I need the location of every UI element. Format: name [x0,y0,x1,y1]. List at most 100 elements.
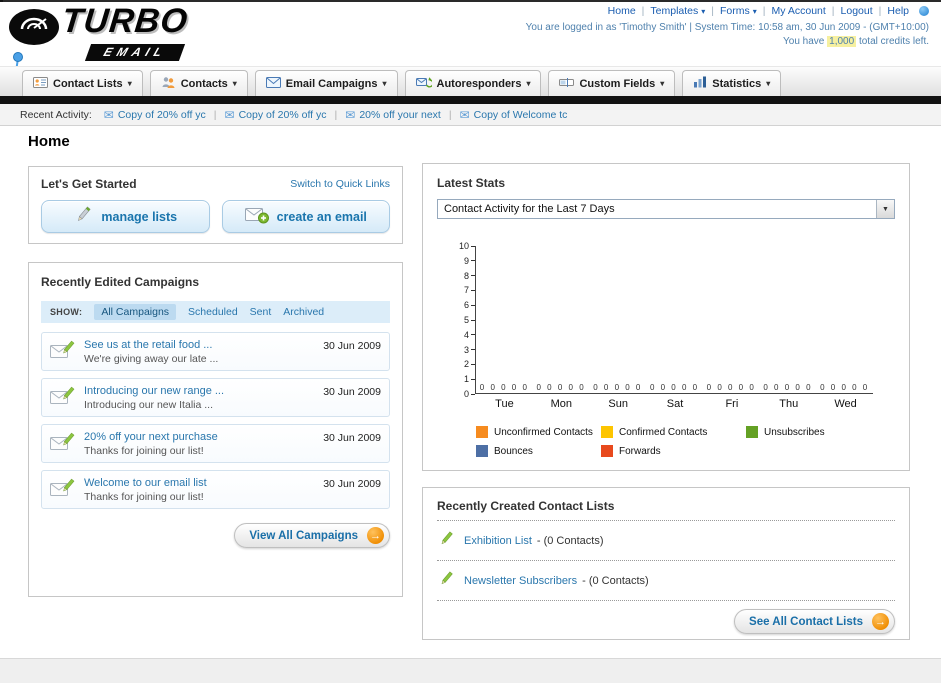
switch-to-quick-links[interactable]: Switch to Quick Links [290,178,390,190]
login-info: You are logged in as 'Timothy Smith' | S… [525,22,929,33]
nav-tabs: Contact Lists ▾ Contacts ▾ Email Campaig… [22,70,782,96]
recent-activity-item[interactable]: ✉ 20% off your next [345,109,441,121]
x-axis-label: Wed [834,398,857,410]
chart-bar-group: 0 0 0 0 0 [589,246,646,393]
nav-tab-autoresponders[interactable]: Autoresponders ▾ [404,70,542,96]
bar-value-labels: 0 0 0 0 0 [649,383,700,392]
dotted-divider [437,520,895,521]
nav-tab-email-campaigns[interactable]: Email Campaigns ▾ [254,70,398,96]
recent-campaigns-panel: Recently Edited Campaigns SHOW: All Camp… [28,262,403,597]
recent-activity-item[interactable]: ✉ Copy of Welcome tc [460,109,568,121]
credits-count: 1,000 [827,36,857,47]
campaign-row: Introducing our new range ... Introducin… [41,378,390,417]
contact-list-item: Newsletter Subscribers - (0 Contacts) [437,568,895,593]
chart-legend: Unconfirmed Contacts Confirmed Contacts Un… [476,426,866,457]
recent-activity-item[interactable]: ✉ Copy of 20% off yc [225,109,327,121]
campaign-date: 30 Jun 2009 [323,340,381,352]
pencil-icon [437,530,455,551]
plot-area: 0 0 0 0 0 0 0 0 0 0 0 0 0 0 0 0 0 0 0 0 0 0 … [475,246,873,394]
manage-lists-button[interactable]: manage lists [41,200,210,233]
campaign-subtitle: Thanks for joining our list! [84,490,204,503]
top-link-forms[interactable]: Forms ▾ [720,5,757,17]
contact-list-name-link[interactable]: Newsletter Subscribers [464,575,577,587]
chart-bar-group: 0 0 0 0 0 [760,246,817,393]
y-axis: 0 1 2 3 4 5 6 7 8 9 10 [449,241,475,399]
bar-value-labels: 0 0 0 0 0 [820,383,870,392]
nav-tab-contact-lists[interactable]: Contact Lists ▾ [22,70,143,96]
caret-down-icon: ▾ [766,79,771,88]
x-axis-label: Thu [779,398,799,410]
link-separator: | [762,5,766,17]
filter-sent[interactable]: Sent [250,306,272,318]
envelope-icon: ✉ [224,107,235,122]
y-tick: 10 [459,241,475,251]
link-separator: | [878,5,882,17]
contact-list-detail: - (0 Contacts) [582,574,649,587]
y-tick: 8 [464,271,475,281]
legend-swatch [601,445,613,457]
stats-period-select[interactable]: Contact Activity for the Last 7 Days ▼ [437,199,895,219]
latest-stats-title: Latest Stats [437,176,506,190]
filter-all-campaigns[interactable]: All Campaigns [94,304,177,320]
show-label: SHOW: [50,307,83,317]
item-separator: | [334,108,338,121]
legend-item: Unsubscribes [746,426,866,438]
top-link-home[interactable]: Home [608,5,636,17]
dotted-divider [437,560,895,561]
view-all-campaigns-button[interactable]: View All Campaigns → [234,523,390,548]
caret-down-icon: ▾ [701,6,706,16]
nav-tab-custom-fields[interactable]: Custom Fields ▾ [548,70,676,96]
main-navigation: Contact Lists ▾ Contacts ▾ Email Campaig… [0,66,941,96]
bar-value-labels: 0 0 0 0 0 [763,383,813,392]
caret-down-icon: ▾ [232,79,237,88]
caret-down-icon: ▾ [660,79,665,88]
contact-list-detail: - (0 Contacts) [536,534,604,547]
caret-down-icon: ▾ [526,79,531,88]
app-logo[interactable]: TURBO EMAIL [8,2,263,111]
chevron-down-icon: ▼ [876,200,894,218]
status-orb-icon [919,6,929,16]
nav-tab-contacts[interactable]: Contacts ▾ [149,70,248,96]
top-link-logout[interactable]: Logout [841,5,873,17]
campaign-title-link[interactable]: Introducing our new range ... [84,385,315,397]
contact-list-name-link[interactable]: Exhibition List [464,535,532,547]
campaign-title-link[interactable]: 20% off your next purchase [84,431,315,443]
envelope-plus-icon [244,206,269,227]
campaign-title-link[interactable]: See us at the retail food ... [84,339,315,351]
recent-activity-item[interactable]: ✉ Copy of 20% off yc [104,109,206,121]
x-axis-label: Sat [666,398,684,410]
arrow-circle-icon: → [872,613,889,630]
recent-activity-label: Recent Activity: [20,108,92,121]
link-separator: | [641,5,645,17]
legend-item: Bounces [476,445,601,457]
filter-archived[interactable]: Archived [283,306,324,318]
bar-value-labels: 0 0 0 0 0 [536,383,586,392]
x-axis-label: Mon [550,398,572,410]
header: TURBO EMAIL Home | Templates ▾ | Forms ▾ |… [0,2,941,111]
campaigns-panel-title: Recently Edited Campaigns [41,275,200,289]
legend-label: Unsubscribes [764,426,825,438]
campaign-subtitle: Thanks for joining our list! [84,444,204,457]
top-link-templates[interactable]: Templates ▾ [650,5,705,17]
legend-item: Unconfirmed Contacts [476,426,601,438]
envelope-pencil-icon [50,431,76,456]
top-link-my-account[interactable]: My Account [772,5,826,17]
create-email-button[interactable]: create an email [221,200,390,233]
legend-label: Confirmed Contacts [619,426,708,438]
x-axis-label: Fri [725,398,739,410]
chart-days: Tue Mon Sun Sat Fri Thu Wed [476,394,874,410]
y-tick: 2 [464,359,475,369]
campaign-title-link[interactable]: Welcome to our email list [84,477,315,489]
bar-value-labels: 0 0 0 0 0 [479,383,529,392]
filter-scheduled[interactable]: Scheduled [188,306,238,318]
item-separator: | [213,108,217,121]
top-link-help[interactable]: Help [887,5,909,17]
chart-groups: 0 0 0 0 0 0 0 0 0 0 0 0 0 0 0 0 0 0 0 0 0 0 … [476,246,873,393]
caret-down-icon: ▾ [752,6,757,16]
envelope-pencil-icon [50,385,76,410]
see-all-contact-lists-button[interactable]: See All Contact Lists → [734,609,895,634]
nav-tab-statistics[interactable]: Statistics ▾ [682,70,782,96]
credits-info: You have 1,000 total credits left. [783,36,929,47]
y-tick: 0 [464,389,475,399]
logo-title: TURBO [60,2,190,40]
